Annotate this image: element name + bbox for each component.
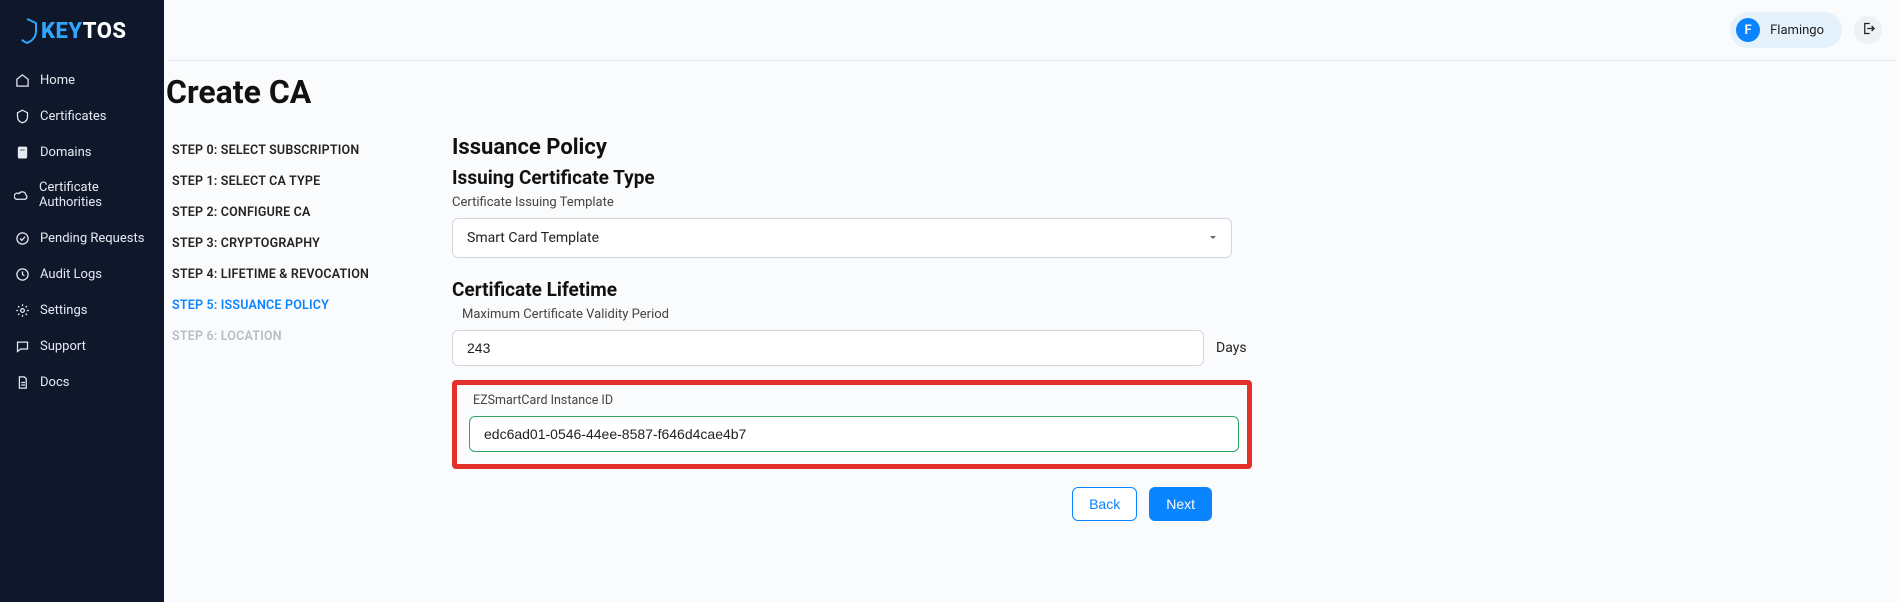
wizard-step-4[interactable]: STEP 4: LIFETIME & REVOCATION (172, 259, 392, 290)
sidebar-item-label: Certificates (40, 109, 106, 124)
button-row: Back Next (452, 487, 1212, 521)
wizard-steps: STEP 0: SELECT SUBSCRIPTION STEP 1: SELE… (172, 135, 392, 521)
sidebar-item-cert-authorities[interactable]: Certificate Authorities (0, 170, 164, 220)
instance-highlight: EZSmartCard Instance ID (452, 380, 1252, 469)
sidebar-item-audit[interactable]: Audit Logs (0, 256, 164, 292)
sidebar-item-label: Certificate Authorities (39, 180, 150, 210)
wizard-step-1[interactable]: STEP 1: SELECT CA TYPE (172, 166, 392, 197)
doc-icon (14, 374, 30, 390)
gear-icon (14, 302, 30, 318)
sidebar-item-docs[interactable]: Docs (0, 364, 164, 400)
lifetime-heading: Certificate Lifetime (452, 278, 1252, 301)
sidebar-item-certificates[interactable]: Certificates (0, 98, 164, 134)
section-heading: Issuance Policy (452, 135, 1252, 160)
check-circle-icon (14, 230, 30, 246)
logout-icon (1861, 21, 1876, 40)
brand-name: KEYTOS (41, 19, 127, 44)
template-label: Certificate Issuing Template (452, 195, 1252, 210)
shield-small-icon (14, 108, 30, 124)
clock-icon (14, 266, 30, 282)
content: STEP 0: SELECT SUBSCRIPTION STEP 1: SELE… (164, 125, 1900, 521)
sidebar-item-pending[interactable]: Pending Requests (0, 220, 164, 256)
sidebar-item-label: Domains (40, 145, 91, 160)
home-icon (14, 72, 30, 88)
back-button[interactable]: Back (1072, 487, 1137, 521)
sidebar: KEYTOS Home Certificates Domains (0, 0, 164, 602)
main: F Flamingo Create CA STEP 0: SELECT SUBS… (164, 0, 1900, 602)
cloud-icon (14, 187, 29, 203)
wizard-step-0[interactable]: STEP 0: SELECT SUBSCRIPTION (172, 135, 392, 166)
validity-label: Maximum Certificate Validity Period (452, 307, 1252, 322)
wizard-step-5[interactable]: STEP 5: ISSUANCE POLICY (172, 290, 392, 321)
cert-type-heading: Issuing Certificate Type (452, 166, 1252, 189)
sidebar-item-label: Home (40, 73, 75, 88)
sidebar-item-label: Settings (40, 303, 87, 318)
badge-icon (14, 144, 30, 160)
sidebar-item-home[interactable]: Home (0, 62, 164, 98)
wizard-step-3[interactable]: STEP 3: CRYPTOGRAPHY (172, 228, 392, 259)
shield-icon (16, 18, 38, 44)
validity-input[interactable] (452, 330, 1204, 366)
template-value: Smart Card Template (467, 230, 599, 246)
user-chip[interactable]: F Flamingo (1730, 12, 1842, 48)
chevron-down-icon (1207, 229, 1219, 248)
validity-row: Days (452, 330, 1252, 366)
wizard-step-2[interactable]: STEP 2: CONFIGURE CA (172, 197, 392, 228)
validity-unit: Days (1216, 340, 1247, 356)
nav: Home Certificates Domains Certificate Au… (0, 62, 164, 400)
sidebar-item-domains[interactable]: Domains (0, 134, 164, 170)
instance-input[interactable] (469, 416, 1239, 452)
sidebar-item-label: Support (40, 339, 86, 354)
instance-label: EZSmartCard Instance ID (469, 393, 1235, 408)
chat-icon (14, 338, 30, 354)
page-title: Create CA (164, 61, 1900, 125)
sidebar-item-label: Audit Logs (40, 267, 102, 282)
wizard-step-6: STEP 6: LOCATION (172, 321, 392, 352)
sidebar-item-label: Pending Requests (40, 231, 144, 246)
user-name: Flamingo (1770, 23, 1824, 38)
sidebar-item-label: Docs (40, 375, 69, 390)
sidebar-item-support[interactable]: Support (0, 328, 164, 364)
topbar: F Flamingo (164, 0, 1900, 60)
form: Issuance Policy Issuing Certificate Type… (452, 135, 1252, 521)
logout-button[interactable] (1854, 16, 1882, 44)
logo: KEYTOS (0, 12, 164, 62)
template-select[interactable]: Smart Card Template (452, 218, 1232, 258)
sidebar-item-settings[interactable]: Settings (0, 292, 164, 328)
next-button[interactable]: Next (1149, 487, 1212, 521)
avatar: F (1736, 18, 1760, 42)
